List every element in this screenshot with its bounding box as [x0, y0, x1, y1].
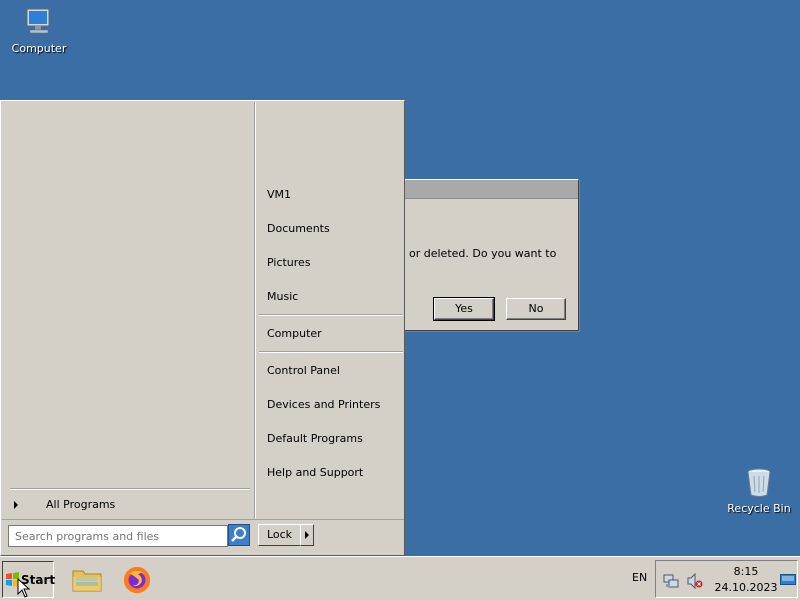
start-item-help-and-support[interactable]: Help and Support — [260, 461, 400, 485]
search-button[interactable] — [228, 524, 250, 546]
start-menu-places-pane: VM1 Documents Pictures Music Computer Co… — [257, 102, 404, 519]
start-item-vm1[interactable]: VM1 — [260, 183, 400, 207]
network-icon[interactable] — [663, 573, 679, 589]
mouse-cursor-icon — [17, 578, 31, 598]
pane-divider — [254, 102, 256, 519]
all-programs-item[interactable]: All Programs — [6, 494, 250, 516]
recycle-bin-icon — [747, 468, 771, 497]
divider — [259, 314, 403, 316]
confirm-dialog: or deleted. Do you want to Yes No — [403, 179, 579, 331]
divider — [259, 351, 403, 353]
start-item-documents[interactable]: Documents — [260, 217, 400, 241]
search-icon — [231, 527, 246, 542]
start-item-devices-and-printers[interactable]: Devices and Printers — [260, 393, 400, 417]
taskbar-firefox-button[interactable] — [121, 565, 153, 598]
no-button[interactable]: No — [506, 298, 566, 320]
show-desktop-icon[interactable] — [780, 574, 796, 586]
start-item-pictures[interactable]: Pictures — [260, 251, 400, 275]
start-menu-programs-pane: All Programs — [2, 102, 254, 521]
desktop-icon-recycle-bin[interactable]: Recycle Bin — [721, 466, 797, 515]
firefox-icon — [123, 566, 151, 594]
desktop-icon-label: Recycle Bin — [727, 502, 791, 515]
start-item-control-panel[interactable]: Control Panel — [260, 359, 400, 383]
triangle-right-icon — [14, 501, 18, 509]
start-item-music[interactable]: Music — [260, 285, 400, 309]
clock-time[interactable]: 8:15 — [716, 565, 776, 578]
computer-icon — [26, 8, 50, 34]
search-input[interactable] — [8, 525, 228, 547]
desktop-icon-label: Computer — [11, 42, 67, 55]
yes-button[interactable]: Yes — [433, 297, 495, 321]
desktop-icon-computer[interactable]: Computer — [1, 6, 77, 55]
all-programs-label: All Programs — [46, 498, 116, 511]
taskbar: Start EN 8:15 24.10.2023 — [0, 556, 800, 600]
start-item-default-programs[interactable]: Default Programs — [260, 427, 400, 451]
power-options-arrow-button[interactable] — [300, 524, 314, 546]
start-menu-bottom-row: Lock — [2, 519, 404, 555]
clock-date[interactable]: 24.10.2023 — [711, 581, 781, 594]
start-menu: All Programs VM1 Documents Pictures Musi… — [0, 100, 405, 556]
volume-muted-icon[interactable] — [687, 573, 703, 589]
dialog-message: or deleted. Do you want to — [409, 247, 557, 260]
notification-area: 8:15 24.10.2023 — [655, 560, 798, 598]
dialog-titlebar[interactable] — [404, 180, 578, 199]
start-item-computer[interactable]: Computer — [260, 322, 400, 346]
language-indicator[interactable]: EN — [632, 571, 647, 584]
divider — [10, 488, 250, 490]
file-explorer-icon — [72, 570, 102, 592]
taskbar-explorer-button[interactable] — [71, 565, 103, 596]
lock-button[interactable]: Lock — [258, 524, 301, 546]
